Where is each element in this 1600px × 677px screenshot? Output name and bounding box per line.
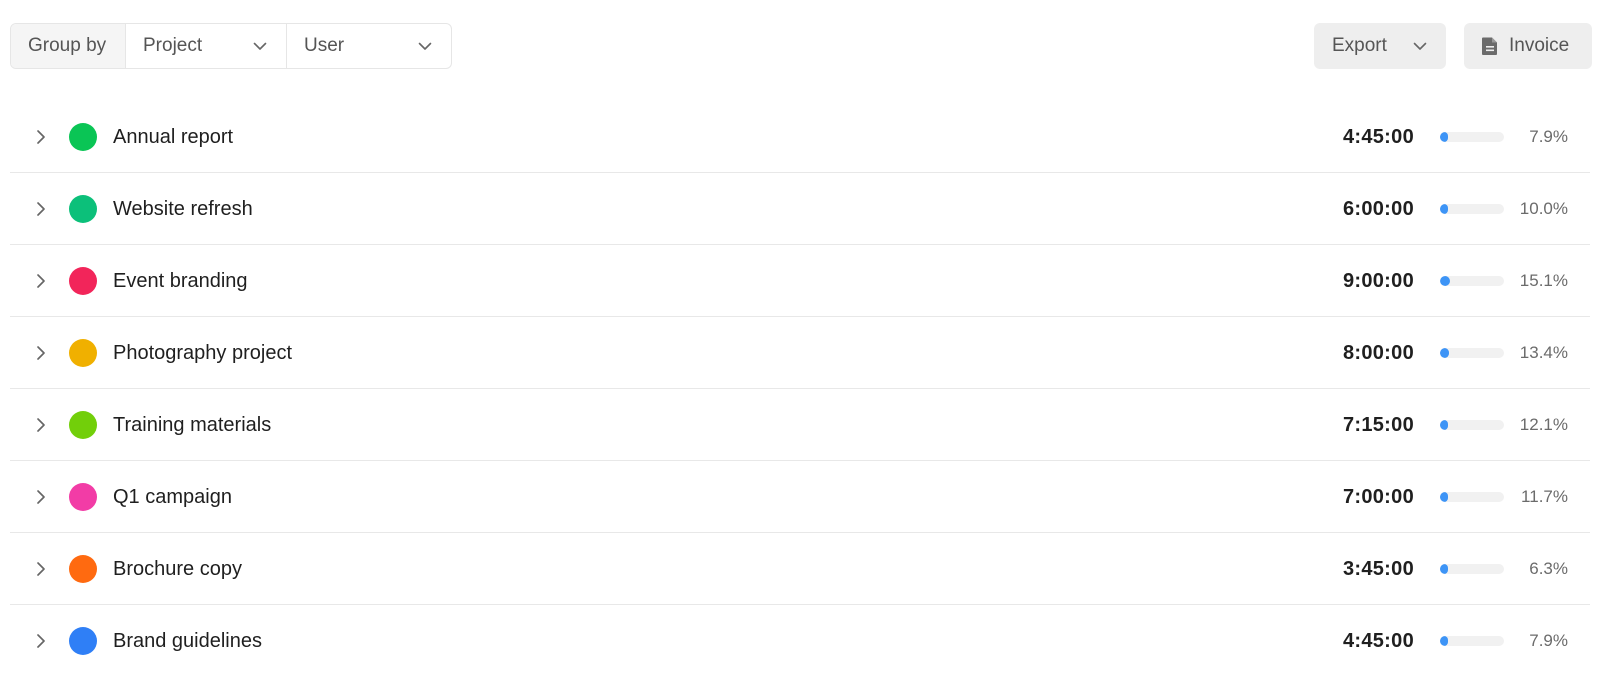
progress-fill — [1440, 564, 1448, 574]
chevron-right-icon[interactable] — [32, 487, 50, 507]
chevron-down-icon — [253, 42, 267, 50]
project-color-dot — [69, 627, 97, 655]
chevron-right-icon[interactable] — [32, 415, 50, 435]
progress-bar — [1440, 636, 1504, 646]
project-duration: 3:45:00 — [1342, 558, 1414, 580]
export-button[interactable]: Export — [1314, 23, 1446, 69]
toolbar: Group by Project User Export Invoice — [10, 23, 1592, 69]
table-row[interactable]: Brand guidelines 4:45:00 7.9% — [10, 605, 1590, 677]
table-row[interactable]: Photography project 8:00:00 13.4% — [10, 317, 1590, 389]
project-percent: 7.9% — [1529, 127, 1568, 146]
table-row[interactable]: Brochure copy 3:45:00 6.3% — [10, 533, 1590, 605]
project-percent: 12.1% — [1519, 415, 1568, 434]
progress-fill — [1440, 204, 1448, 214]
chevron-right-icon[interactable] — [32, 199, 50, 219]
chevron-down-icon — [418, 42, 432, 50]
project-name[interactable]: Training materials — [113, 389, 271, 461]
project-name[interactable]: Q1 campaign — [113, 461, 232, 533]
chevron-right-icon[interactable] — [32, 271, 50, 291]
user-select[interactable]: User — [287, 24, 451, 68]
project-duration: 9:00:00 — [1342, 270, 1414, 292]
table-row[interactable]: Q1 campaign 7:00:00 11.7% — [10, 461, 1590, 533]
progress-bar — [1440, 276, 1504, 286]
project-percent: 7.9% — [1529, 631, 1568, 650]
group-by-control: Group by Project User — [10, 23, 452, 69]
project-percent: 11.7% — [1521, 487, 1568, 506]
progress-bar — [1440, 348, 1504, 358]
group-by-label: Group by — [11, 24, 126, 68]
project-percent: 6.3% — [1529, 559, 1568, 578]
project-name[interactable]: Website refresh — [113, 173, 253, 245]
chevron-right-icon[interactable] — [32, 559, 50, 579]
invoice-label: Invoice — [1509, 35, 1570, 56]
project-duration: 8:00:00 — [1342, 342, 1414, 364]
project-color-dot — [69, 195, 97, 223]
progress-fill — [1440, 492, 1448, 502]
table-row[interactable]: Event branding 9:00:00 15.1% — [10, 245, 1590, 317]
project-name[interactable]: Brand guidelines — [113, 605, 262, 677]
project-name[interactable]: Annual report — [113, 101, 233, 173]
project-color-dot — [69, 267, 97, 295]
invoice-button[interactable]: Invoice — [1464, 23, 1592, 69]
progress-fill — [1440, 348, 1449, 358]
project-color-dot — [69, 483, 97, 511]
document-icon — [1482, 37, 1497, 55]
user-select-label: User — [304, 35, 345, 56]
project-name[interactable]: Brochure copy — [113, 533, 242, 605]
project-duration: 6:00:00 — [1342, 198, 1414, 220]
table-row[interactable]: Website refresh 6:00:00 10.0% — [10, 173, 1590, 245]
table-row[interactable]: Training materials 7:15:00 12.1% — [10, 389, 1590, 461]
project-percent: 15.1% — [1519, 271, 1568, 290]
project-select-label: Project — [143, 35, 203, 56]
project-name[interactable]: Event branding — [113, 245, 248, 317]
project-color-dot — [69, 123, 97, 151]
project-duration: 4:45:00 — [1342, 630, 1414, 652]
progress-fill — [1440, 420, 1448, 430]
chevron-right-icon[interactable] — [32, 631, 50, 651]
export-label: Export — [1332, 35, 1387, 56]
project-color-dot — [69, 339, 97, 367]
project-percent: 13.4% — [1519, 343, 1568, 362]
project-color-dot — [69, 555, 97, 583]
progress-bar — [1440, 132, 1504, 142]
chevron-right-icon[interactable] — [32, 127, 50, 147]
table-row[interactable]: Annual report 4:45:00 7.9% — [10, 101, 1590, 173]
progress-bar — [1440, 204, 1504, 214]
project-name[interactable]: Photography project — [113, 317, 292, 389]
project-color-dot — [69, 411, 97, 439]
chevron-right-icon[interactable] — [32, 343, 50, 363]
project-percent: 10.0% — [1519, 199, 1568, 218]
progress-fill — [1440, 636, 1448, 646]
project-duration: 4:45:00 — [1342, 126, 1414, 148]
project-duration: 7:15:00 — [1342, 414, 1414, 436]
project-select[interactable]: Project — [126, 24, 287, 68]
progress-bar — [1440, 420, 1504, 430]
progress-bar — [1440, 492, 1504, 502]
progress-bar — [1440, 564, 1504, 574]
progress-fill — [1440, 132, 1448, 142]
project-list: Annual report 4:45:00 7.9% Website refresh 6… — [10, 101, 1590, 677]
chevron-down-icon — [1413, 42, 1427, 50]
project-duration: 7:00:00 — [1342, 486, 1414, 508]
progress-fill — [1440, 276, 1450, 286]
